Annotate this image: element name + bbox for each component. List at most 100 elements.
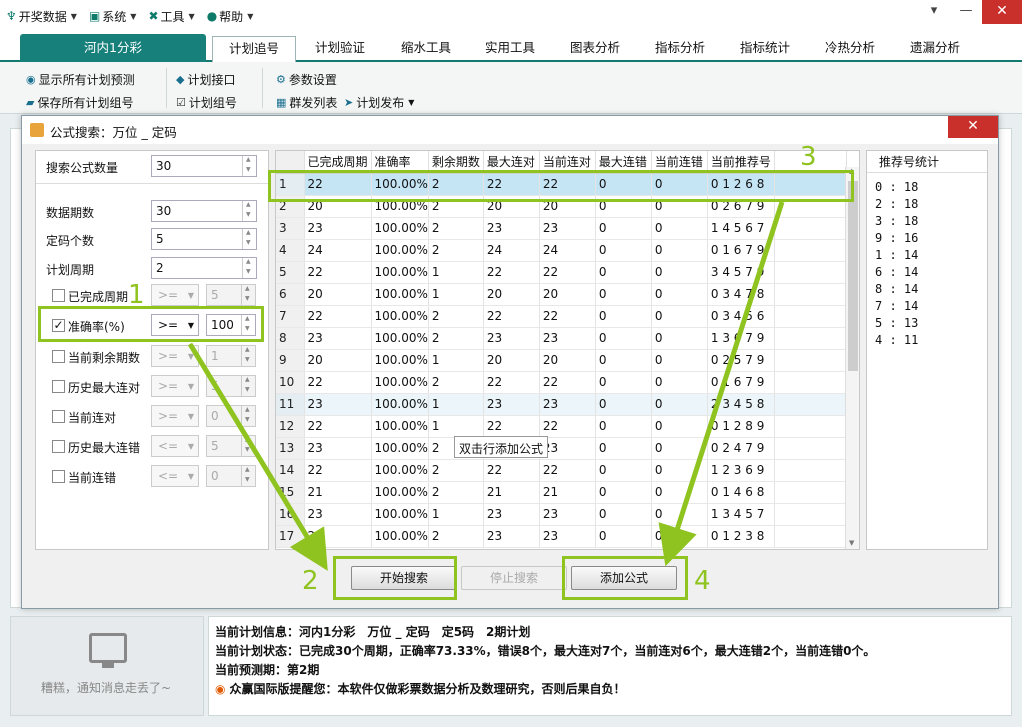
table-row[interactable]: 11 23 100.00% 1 23 23 0 0 2 3 4 5 8 <box>276 393 847 416</box>
remaining-checkbox[interactable] <box>52 350 65 363</box>
current-loss-checkbox[interactable] <box>52 470 65 483</box>
stat-row: 4 : 11 <box>875 333 919 347</box>
stop-search-button[interactable]: 停止搜索 <box>461 566 567 590</box>
max-loss-value-stepper[interactable]: 5 <box>206 435 256 457</box>
max-loss-operator-select[interactable]: <= ▼ <box>151 435 199 457</box>
data-periods-row: 数据期数 30 <box>36 200 270 224</box>
table-cell-filler <box>774 525 847 548</box>
table-row[interactable]: 12 22 100.00% 1 22 22 0 0 0 1 2 8 9 <box>276 415 847 438</box>
table-cell: 0 <box>651 283 708 306</box>
operator-value: <= <box>158 469 179 483</box>
grid-scrollbar[interactable]: ▲ ▼ <box>845 167 859 549</box>
scroll-thumb[interactable] <box>848 181 858 371</box>
table-row[interactable]: 5 22 100.00% 1 22 22 0 0 3 4 5 7 9 <box>276 261 847 284</box>
tab-shrink-tools[interactable]: 缩水工具 <box>388 36 464 62</box>
window-menu-button[interactable]: ▾ <box>918 0 950 24</box>
spinner-arrows-icon[interactable] <box>242 258 256 278</box>
completed-checkbox[interactable] <box>52 289 65 302</box>
max-win-checkbox[interactable] <box>52 380 65 393</box>
spinner-arrows-icon[interactable] <box>241 466 255 486</box>
table-row[interactable]: 8 23 100.00% 2 23 23 0 0 1 3 6 7 9 <box>276 327 847 350</box>
plan-interface-button[interactable]: ◆ 计划接口 <box>176 71 235 88</box>
param-settings-button[interactable]: ⚙ 参数设置 <box>276 71 337 88</box>
tab-chart-analysis[interactable]: 图表分析 <box>557 36 633 62</box>
table-cell: 23 <box>483 525 540 548</box>
table-cell: 23 <box>304 327 372 350</box>
remaining-operator-select[interactable]: >= ▼ <box>151 345 199 367</box>
dialog-close-button[interactable]: ✕ <box>948 116 998 138</box>
tab-plan-verify[interactable]: 计划验证 <box>302 36 378 62</box>
current-win-checkbox[interactable] <box>52 410 65 423</box>
spinner-arrows-icon[interactable] <box>242 201 256 221</box>
plan-period-stepper[interactable]: 2 <box>151 257 257 279</box>
menu-lottery-data[interactable]: ♆ 开奖数据 ▼ <box>6 8 77 25</box>
menu-tools[interactable]: ✖ 工具 ▼ <box>148 8 194 25</box>
data-periods-stepper[interactable]: 30 <box>151 200 257 222</box>
row-header: 12 <box>276 415 305 438</box>
code-count-stepper[interactable]: 5 <box>151 228 257 250</box>
current-win-operator-select[interactable]: >= ▼ <box>151 405 199 427</box>
save-all-groups-button[interactable]: ▰ 保存所有计划组号 <box>26 94 133 111</box>
stat-row: 2 : 18 <box>875 197 919 211</box>
spinner-arrows-icon[interactable] <box>241 406 255 426</box>
tab-indicator-stats[interactable]: 指标统计 <box>727 36 803 62</box>
max-win-operator-select[interactable]: >= ▼ <box>151 375 199 397</box>
table-row[interactable]: 3 23 100.00% 2 23 23 0 0 1 4 5 6 7 <box>276 217 847 240</box>
param-settings-label: 参数设置 <box>288 73 337 87</box>
menu-system[interactable]: ▣ 系统 ▼ <box>89 8 137 25</box>
table-cell: 0 <box>651 503 708 526</box>
max-win-value-stepper[interactable]: 5 <box>206 375 256 397</box>
table-cell: 23 <box>483 217 540 240</box>
current-win-value-stepper[interactable]: 0 <box>206 405 256 427</box>
row-header: 17 <box>276 525 305 548</box>
table-row[interactable]: 15 21 100.00% 2 21 21 0 0 0 1 4 6 8 <box>276 481 847 504</box>
close-window-button[interactable]: ✕ <box>982 0 1022 24</box>
table-row[interactable]: 6 20 100.00% 1 20 20 0 0 0 3 4 7 8 <box>276 283 847 306</box>
table-cell: 3 4 5 7 9 <box>707 261 775 284</box>
max-loss-checkbox[interactable] <box>52 440 65 453</box>
current-loss-value-stepper[interactable]: 0 <box>206 465 256 487</box>
search-count-stepper[interactable]: 30 <box>151 155 257 177</box>
tab-plan-tracking[interactable]: 计划追号 <box>212 36 296 62</box>
table-cell: 100.00% <box>371 415 429 438</box>
spinner-arrows-icon[interactable] <box>241 346 255 366</box>
tab-hot-cold[interactable]: 冷热分析 <box>812 36 888 62</box>
tab-indicator-analysis[interactable]: 指标分析 <box>642 36 718 62</box>
show-all-predict-button[interactable]: ◉ 显示所有计划预测 <box>26 71 135 88</box>
table-cell: 23 <box>304 217 372 240</box>
menu-help[interactable]: ● 帮助 ▼ <box>207 8 254 25</box>
group-send-list-button[interactable]: ▦ 群发列表 <box>276 94 337 111</box>
current-loss-operator-select[interactable]: <= ▼ <box>151 465 199 487</box>
table-row[interactable]: 10 22 100.00% 2 22 22 0 0 0 1 6 7 9 <box>276 371 847 394</box>
completed-operator-select[interactable]: >= ▼ <box>151 284 199 306</box>
plan-group-checkbox[interactable]: ☑ 计划组号 <box>176 94 237 111</box>
table-cell: 23 <box>304 393 372 416</box>
scroll-down-icon[interactable]: ▼ <box>849 539 854 547</box>
table-row[interactable]: 4 24 100.00% 2 24 24 0 0 0 1 6 7 9 <box>276 239 847 262</box>
completed-value-stepper[interactable]: 5 <box>206 284 256 306</box>
plan-publish-button[interactable]: ➤ 计划发布 ▼ <box>344 94 414 111</box>
data-periods-value: 30 <box>156 204 172 218</box>
table-row[interactable]: 13 23 100.00% 2 23 0 0 0 2 4 7 9 <box>276 437 847 460</box>
table-row[interactable]: 9 20 100.00% 1 20 20 0 0 0 2 5 7 9 <box>276 349 847 372</box>
table-row[interactable]: 16 23 100.00% 1 23 23 0 0 1 3 4 5 7 <box>276 503 847 526</box>
table-row[interactable]: 14 22 100.00% 2 22 22 0 0 1 2 3 6 9 <box>276 459 847 482</box>
table-cell: 1 2 3 6 9 <box>707 459 775 482</box>
row-header: 4 <box>276 239 305 262</box>
tab-omission[interactable]: 遗漏分析 <box>897 36 973 62</box>
spinner-arrows-icon[interactable] <box>242 156 256 176</box>
tab-lottery-type[interactable]: 河内1分彩 <box>20 34 206 62</box>
spinner-arrows-icon[interactable] <box>242 229 256 249</box>
remaining-value-stepper[interactable]: 1 <box>206 345 256 367</box>
tab-utility-tools[interactable]: 实用工具 <box>472 36 548 62</box>
spinner-arrows-icon[interactable] <box>241 376 255 396</box>
spinner-arrows-icon[interactable] <box>241 285 255 305</box>
minimize-button[interactable]: — <box>950 0 982 24</box>
table-row[interactable]: 7 22 100.00% 2 22 22 0 0 0 3 4 5 6 <box>276 305 847 328</box>
spinner-arrows-icon[interactable] <box>241 436 255 456</box>
table-cell: 24 <box>539 239 596 262</box>
table-row[interactable]: 17 23 100.00% 2 23 23 0 0 0 1 2 3 8 <box>276 525 847 548</box>
highlight-first-row <box>268 170 854 202</box>
operator-value: >= <box>158 379 179 393</box>
tools-icon: ✖ <box>148 9 159 23</box>
